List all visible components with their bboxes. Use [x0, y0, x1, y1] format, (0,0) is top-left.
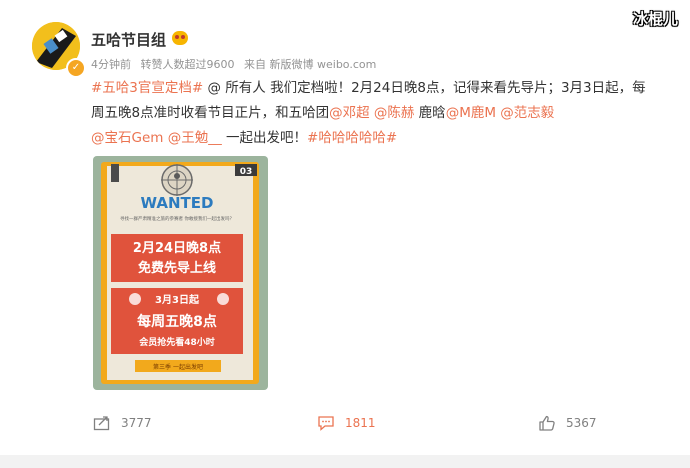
poster-line1: 2月24日晚8点: [133, 240, 221, 256]
member-badge-icon[interactable]: [172, 31, 188, 45]
post-time[interactable]: 4分钟前: [91, 58, 131, 71]
comment-icon: [318, 416, 334, 431]
like-button[interactable]: 5367: [538, 408, 597, 438]
poster-subtitle: 寻找一群严肃精准之旅的参赛者 你敢接我们一起出发吗？: [120, 215, 234, 222]
comment-count: 1811: [345, 416, 376, 430]
comment-button[interactable]: 1811: [317, 408, 376, 438]
mention-link[interactable]: @陈赫: [374, 105, 415, 121]
mention-link[interactable]: @宝石Gem: [91, 130, 163, 146]
mention-link[interactable]: @王勉__: [168, 130, 222, 146]
like-icon: [539, 415, 555, 431]
post-meta: 4分钟前 转赞人数超过9600 来自 新版微博 weibo.com: [91, 56, 382, 72]
poster-line3: 3月3日起: [155, 293, 200, 306]
poster-line2: 免费先导上线: [138, 260, 216, 276]
post-text: 一起出发吧！: [221, 130, 308, 146]
repost-button[interactable]: 3777: [93, 408, 152, 438]
repost-count: 3777: [121, 416, 152, 430]
poster-footer: 第三季 一起出发吧: [153, 363, 203, 371]
watermark: 冰棍儿: [632, 10, 678, 28]
hashtag-link[interactable]: #哈哈哈哈哈#: [307, 130, 397, 146]
repost-icon: [93, 416, 110, 431]
post-text: 鹿晗: [414, 105, 446, 121]
svg-text:03: 03: [240, 167, 253, 177]
mention-link[interactable]: @M鹿M: [446, 105, 496, 121]
mention-link[interactable]: @邓超: [329, 105, 370, 121]
feed-divider: [0, 455, 690, 468]
verified-badge-icon: ✓: [66, 58, 86, 78]
author-name[interactable]: 五哈节目组: [91, 29, 166, 50]
action-bar: 3777 1811 5367: [0, 408, 690, 438]
post-content: #五哈3官宣定档# @ 所有人 我们定档啦！2月24日晚8点，记得来看先导片；3…: [91, 76, 651, 151]
poster-line5: 会员抢先看48小时: [139, 336, 215, 348]
wanted-poster: 03 WANTED 寻找一群严肃精准之旅的参赛者 你敢接我们一起出发吗？ 2月2…: [93, 156, 268, 390]
poster-line4: 每周五晚8点: [137, 313, 217, 330]
post-source[interactable]: 来自 新版微博 weibo.com: [244, 58, 376, 71]
hashtag-link[interactable]: #五哈3官宣定档#: [91, 80, 203, 96]
mention-link[interactable]: @范志毅: [500, 105, 554, 121]
post-image[interactable]: 03 WANTED 寻找一群严肃精准之旅的参赛者 你敢接我们一起出发吗？ 2月2…: [93, 156, 268, 390]
like-count: 5367: [566, 416, 597, 430]
poster-wanted: WANTED: [141, 194, 214, 212]
repost-summary: 转赞人数超过9600: [140, 58, 235, 71]
